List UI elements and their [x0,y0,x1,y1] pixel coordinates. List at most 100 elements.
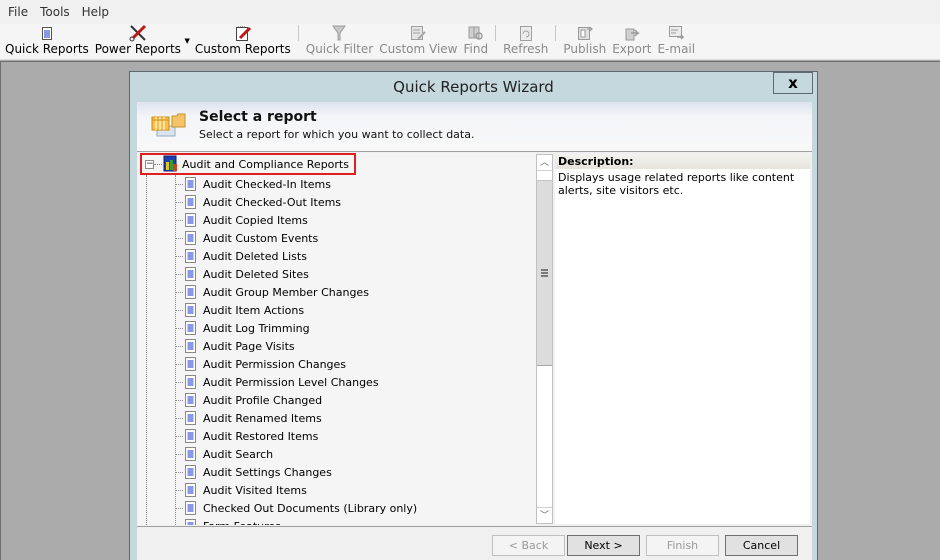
toolbar-separator [495,25,497,41]
tree-item[interactable]: Audit Renamed Items [175,409,322,427]
report-tree[interactable]: − Audit and Compliance Reports Audit Che… [138,153,536,525]
custom-reports-label: Custom Reports [194,42,291,56]
toolbar-separator [555,25,557,41]
export-button[interactable]: Export [609,23,654,59]
report-document-icon [184,429,197,443]
notepad-icon [234,24,252,42]
tree-item-label: Checked Out Documents (Library only) [203,501,418,515]
tree-connector [154,163,162,165]
report-document-icon [184,339,197,353]
scroll-up-icon[interactable]: ︿ [537,155,552,171]
tree-item-label: Audit Page Visits [203,339,295,353]
tree-connector [175,183,183,185]
email-button[interactable]: E-mail [654,23,698,59]
tree-item[interactable]: Farm Features [175,517,281,525]
tree-item[interactable]: Audit Permission Level Changes [175,373,379,391]
tree-item[interactable]: Audit Deleted Sites [175,265,309,283]
tree-item[interactable]: Audit Settings Changes [175,463,332,481]
tree-connector [175,309,183,311]
tree-node-audit-compliance[interactable]: − Audit and Compliance Reports [140,153,356,175]
tree-connector [175,237,183,239]
toolbar: Quick Reports Power Reports ▼ Custom Rep… [0,24,940,60]
quick-filter-button[interactable]: Quick Filter [303,23,376,59]
tree-item[interactable]: Audit Profile Changed [175,391,322,409]
wizard-step-title: Select a report [199,109,317,125]
next-button[interactable]: Next > [567,535,640,556]
tree-item-label: Audit Profile Changed [203,393,323,407]
find-label: Find [463,42,489,56]
tree-connector [175,291,183,293]
tree-item[interactable]: Checked Out Documents (Library only) [175,499,417,517]
tree-item[interactable]: Audit Checked-In Items [175,175,331,193]
collapse-icon[interactable]: − [145,159,154,169]
report-folder-icon [151,112,187,137]
export-label: Export [612,42,652,56]
tree-connector [175,201,183,203]
tree-item[interactable]: Audit Group Member Changes [175,283,369,301]
report-document-icon [184,501,197,515]
menu-file[interactable]: File [2,5,34,19]
tree-item-label: Audit Custom Events [203,231,319,245]
tree-scrollbar[interactable]: ︿ ﹀ [536,154,553,524]
tree-connector [175,345,183,347]
custom-view-button[interactable]: Custom View [376,23,460,59]
tree-item[interactable]: Audit Restored Items [175,427,318,445]
refresh-button[interactable]: Refresh [500,23,551,59]
report-category-icon [162,155,180,173]
tree-connector [175,381,183,383]
report-document-icon [184,321,197,335]
tree-item[interactable]: Audit Log Trimming [175,319,310,337]
power-reports-button[interactable]: Power Reports ▼ [92,23,190,59]
tree-item-label: Audit Deleted Sites [203,267,309,281]
tree-item[interactable]: Audit Visited Items [175,481,307,499]
custom-view-icon [409,24,427,42]
close-icon: x [788,74,798,92]
quick-reports-button[interactable]: Quick Reports [2,23,92,59]
tree-item-label: Audit Search [203,447,274,461]
grip-icon [541,269,548,277]
scroll-down-icon[interactable]: ﹀ [537,507,552,523]
tree-connector [175,363,183,365]
tree-item[interactable]: Audit Item Actions [175,301,304,319]
report-document-icon [184,393,197,407]
tree-item[interactable]: Audit Permission Changes [175,355,346,373]
finish-button[interactable]: Finish [646,535,719,556]
report-document-icon [184,231,197,245]
find-button[interactable]: Find [460,23,491,59]
description-panel: Description: Displays usage related repo… [555,154,810,524]
report-document-icon [184,267,197,281]
scrollbar-thumb[interactable] [537,180,552,366]
tree-item[interactable]: Audit Copied Items [175,211,308,229]
wizard-header: Select a report Select a report for whic… [137,102,812,152]
tree-item-label: Audit Checked-Out Items [203,195,342,209]
custom-reports-button[interactable]: Custom Reports [192,23,294,59]
tree-item-label: Audit Permission Level Changes [203,375,379,389]
tree-item-label: Audit Copied Items [203,213,308,227]
back-button[interactable]: < Back [492,535,565,556]
tree-item[interactable]: Audit Deleted Lists [175,247,307,265]
refresh-icon [517,24,535,42]
quick-reports-label: Quick Reports [5,42,89,56]
close-button[interactable]: x [773,72,813,94]
tree-root-label: Audit and Compliance Reports [182,157,349,171]
report-document-icon [184,249,197,263]
cancel-button[interactable]: Cancel [725,535,798,556]
tree-item-label: Audit Checked-In Items [203,177,331,191]
tree-item[interactable]: Audit Search [175,445,273,463]
tree-item[interactable]: Audit Checked-Out Items [175,193,341,211]
tree-item[interactable]: Audit Page Visits [175,337,295,355]
menu-help[interactable]: Help [76,5,115,19]
tree-item[interactable]: Audit Custom Events [175,229,318,247]
tree-item-label: Audit Deleted Lists [203,249,307,263]
publish-button[interactable]: Publish [560,23,609,59]
report-document-icon [184,213,197,227]
tree-connector [175,489,183,491]
tree-connector [175,507,183,509]
document-icon [38,24,56,42]
menu-bar: File Tools Help [0,0,940,24]
wizard-step-subtitle: Select a report for which you want to co… [199,128,475,141]
menu-tools[interactable]: Tools [34,5,76,19]
description-text: Displays usage related reports like cont… [558,171,795,197]
chevron-down-icon[interactable]: ▼ [185,37,190,45]
refresh-label: Refresh [503,42,549,56]
